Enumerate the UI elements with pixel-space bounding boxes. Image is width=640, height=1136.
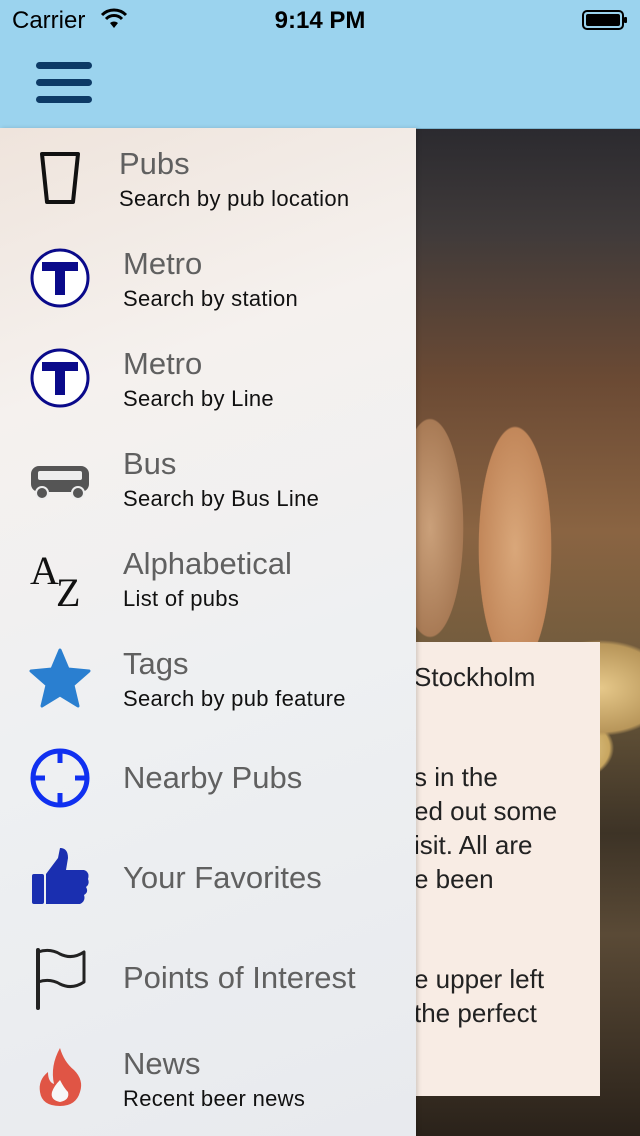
article-text-line: e upper left bbox=[414, 964, 545, 994]
star-icon bbox=[29, 648, 91, 708]
flame-icon bbox=[39, 1048, 82, 1106]
menu-item-title: Bus bbox=[123, 446, 177, 481]
menu-item-your-favorites[interactable]: Your Favorites bbox=[0, 828, 416, 928]
menu-item-metro-station[interactable]: Metro Search by station bbox=[0, 228, 416, 328]
bus-icon bbox=[31, 466, 89, 500]
az-icon: A Z bbox=[30, 548, 80, 610]
menu-item-title: Points of Interest bbox=[123, 960, 356, 995]
menu-item-pubs[interactable]: Pubs Search by pub location bbox=[0, 128, 416, 228]
menu-item-tags[interactable]: Tags Search by pub feature bbox=[0, 628, 416, 728]
article-text-line: e been bbox=[414, 864, 494, 894]
side-drawer: Pubs Search by pub location Metro Search… bbox=[0, 128, 416, 1136]
menu-item-title: Pubs bbox=[119, 146, 190, 181]
menu-item-subtitle: Recent beer news bbox=[123, 1086, 306, 1111]
menu-item-title: News bbox=[123, 1046, 201, 1081]
metro-t-icon bbox=[30, 348, 90, 408]
article-text-line: isit. All are bbox=[414, 830, 533, 860]
article-text-line: s in the bbox=[414, 762, 498, 792]
menu-item-title: Metro bbox=[123, 346, 203, 381]
menu-item-points-of-interest[interactable]: Points of Interest bbox=[0, 928, 416, 1028]
status-bar: Carrier 9:14 PM bbox=[0, 0, 640, 40]
menu-item-subtitle: Search by Bus Line bbox=[123, 486, 320, 511]
menu-item-nearby-pubs[interactable]: Nearby Pubs bbox=[0, 728, 416, 828]
menu-item-metro-line[interactable]: Metro Search by Line bbox=[0, 328, 416, 428]
menu-item-subtitle: Search by pub location bbox=[119, 186, 350, 211]
status-time: 9:14 PM bbox=[274, 7, 366, 34]
menu-item-title: Your Favorites bbox=[123, 860, 322, 895]
menu-item-title: Nearby Pubs bbox=[123, 760, 303, 795]
menu-item-title: Metro bbox=[123, 246, 203, 281]
menu-item-title: Alphabetical bbox=[123, 546, 292, 581]
menu-item-news[interactable]: News Recent beer news bbox=[0, 1028, 416, 1128]
svg-text:Z: Z bbox=[56, 570, 80, 610]
hamburger-menu-button[interactable] bbox=[34, 60, 94, 106]
menu-item-subtitle: Search by Line bbox=[123, 386, 274, 411]
navigation-header: Carrier 9:14 PM bbox=[0, 0, 640, 129]
article-text-line: Stockholm bbox=[414, 662, 536, 692]
pint-glass-icon bbox=[40, 152, 80, 204]
menu-item-alphabetical[interactable]: A Z Alphabetical List of pubs bbox=[0, 528, 416, 628]
flag-icon bbox=[36, 948, 86, 1010]
battery-icon bbox=[582, 10, 627, 30]
svg-text:A: A bbox=[30, 548, 59, 593]
menu-item-subtitle: Search by pub feature bbox=[123, 686, 346, 711]
article-text-line: the perfect bbox=[414, 998, 537, 1028]
thumbs-up-icon bbox=[32, 848, 89, 904]
article-text-line: ed out some bbox=[414, 796, 558, 826]
crosshair-icon bbox=[30, 748, 90, 808]
menu-item-subtitle: Search by station bbox=[123, 286, 299, 311]
menu-item-subtitle: List of pubs bbox=[123, 586, 240, 611]
menu-item-title: Tags bbox=[123, 646, 189, 681]
menu-item-bus[interactable]: Bus Search by Bus Line bbox=[0, 428, 416, 528]
metro-t-icon bbox=[30, 248, 90, 308]
